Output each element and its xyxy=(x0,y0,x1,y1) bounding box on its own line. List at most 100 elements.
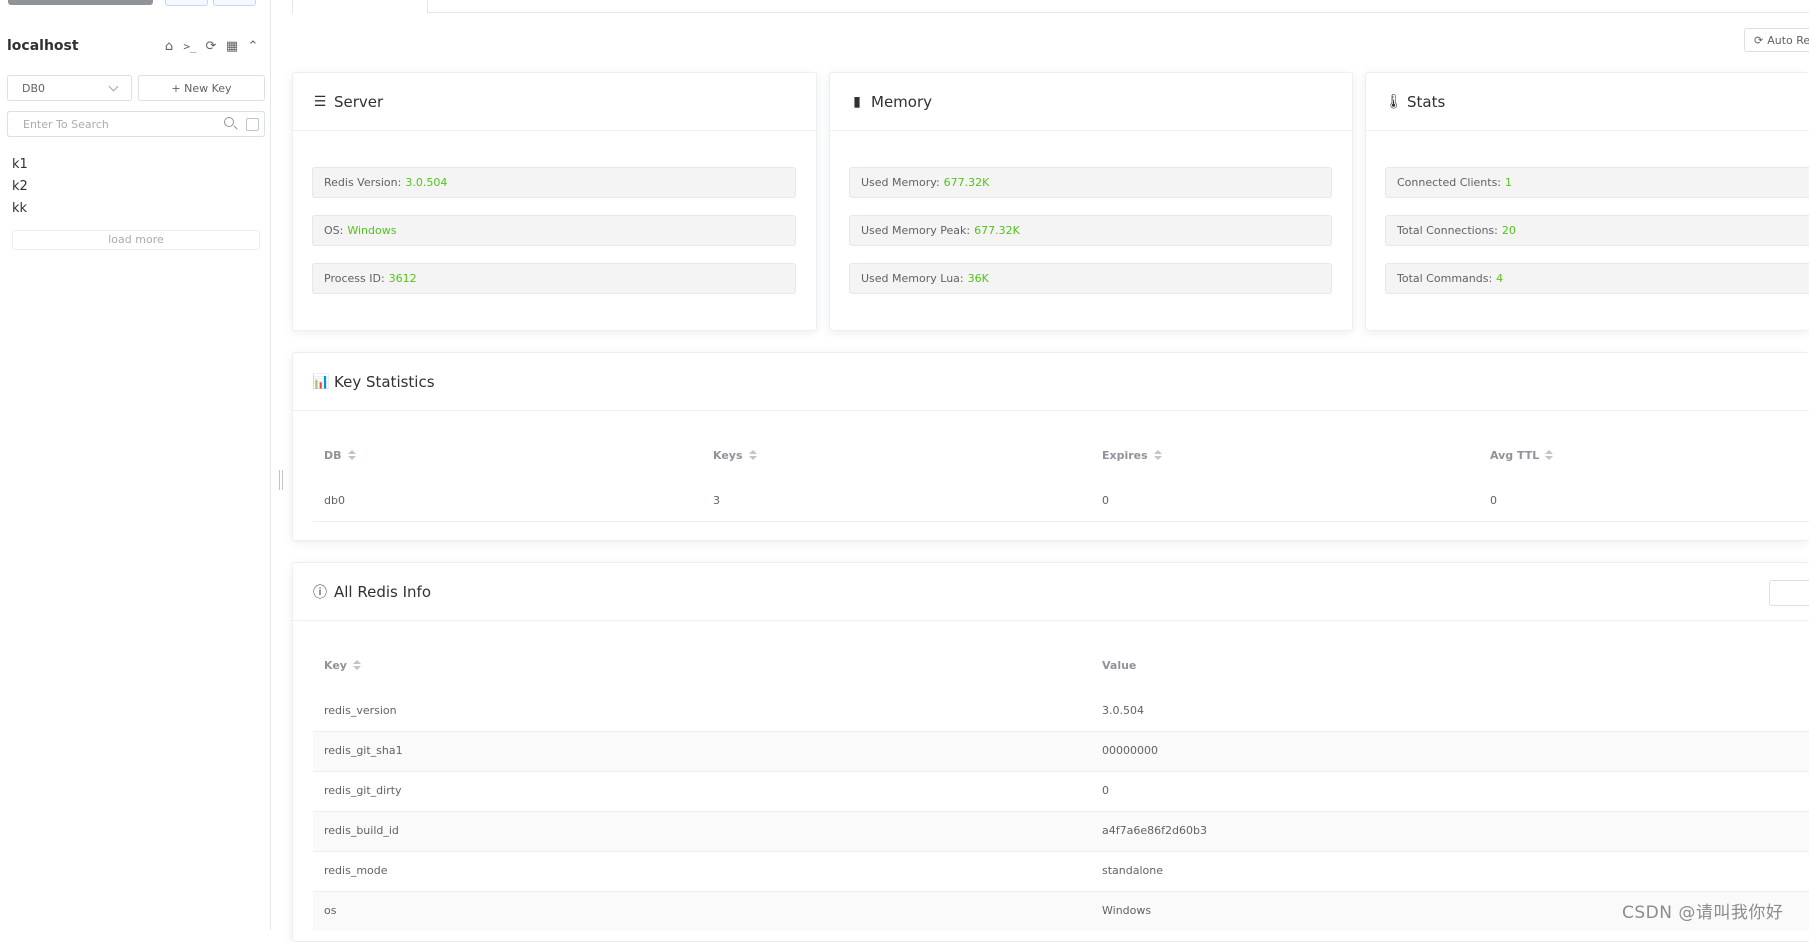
key-statistics-card: 📊 Key Statistics DB Keys Expires Avg TTL… xyxy=(292,352,1809,541)
info-value: 4 xyxy=(1496,272,1504,285)
column-header-db[interactable]: DB xyxy=(324,440,356,470)
top-action-button-2[interactable] xyxy=(213,0,256,6)
refresh-icon[interactable]: ⟳ xyxy=(203,39,219,54)
chevron-down-icon xyxy=(108,81,119,91)
info-total-commands: Total Commands: 4 xyxy=(1385,263,1809,294)
stats-title: Stats xyxy=(1407,92,1446,111)
top-action-button-1[interactable] xyxy=(165,0,208,6)
key-item[interactable]: k1 xyxy=(12,154,262,176)
server-card-header: ☰ Server xyxy=(293,73,816,131)
table-row-divider xyxy=(313,891,1809,892)
memory-icon: ▮ xyxy=(853,93,861,110)
table-row-divider xyxy=(313,521,1809,522)
server-title: Server xyxy=(334,92,384,111)
table-row-stripe xyxy=(313,811,1809,851)
chevron-up-icon[interactable]: ⌃ xyxy=(245,39,261,54)
column-header-avg-ttl[interactable]: Avg TTL xyxy=(1490,440,1554,470)
auto-refresh-label: Auto Re xyxy=(1767,33,1809,47)
info-label: Connected Clients: xyxy=(1397,176,1502,189)
sort-icon[interactable] xyxy=(1153,450,1162,460)
info-label: Total Connections: xyxy=(1397,224,1498,237)
exact-search-checkbox[interactable] xyxy=(246,117,259,131)
key-list: k1 k2 kk xyxy=(12,154,262,220)
key-statistics-title: Key Statistics xyxy=(334,372,435,391)
sort-icon[interactable] xyxy=(352,660,361,670)
sort-icon[interactable] xyxy=(347,450,356,460)
terminal-icon[interactable]: >_ xyxy=(182,40,198,53)
memory-title: Memory xyxy=(871,92,933,111)
key-item[interactable]: k2 xyxy=(12,176,262,198)
sidebar-resize-handle[interactable] xyxy=(279,470,283,490)
grid-icon[interactable]: ▦ xyxy=(224,39,240,54)
info-label: OS: xyxy=(324,224,344,237)
tab-active[interactable] xyxy=(292,0,428,14)
table-cell: 0 xyxy=(1102,784,1109,797)
connection-tab-bar[interactable] xyxy=(8,0,153,5)
table-row-stripe xyxy=(313,731,1809,771)
bar-chart-icon: 📊 xyxy=(312,373,330,390)
table-row-divider xyxy=(313,731,1809,732)
column-header-label: DB xyxy=(324,448,342,462)
column-header-expires[interactable]: Expires xyxy=(1102,440,1162,470)
column-header-label: Keys xyxy=(713,448,743,462)
column-header-keys[interactable]: Keys xyxy=(713,440,757,470)
info-used-memory-lua: Used Memory Lua: 36K xyxy=(849,263,1332,294)
search-icon[interactable] xyxy=(220,113,242,135)
column-header-value: Value xyxy=(1102,650,1136,680)
table-cell: 3 xyxy=(713,494,720,507)
info-connected-clients: Connected Clients: 1 xyxy=(1385,167,1809,198)
connection-actions: ⌂ >_ ⟳ ▦ ⌃ xyxy=(161,39,261,54)
table-cell: 00000000 xyxy=(1102,744,1158,757)
table-cell: redis_build_id xyxy=(324,824,399,837)
info-label: Total Commands: xyxy=(1397,272,1493,285)
info-redis-version: Redis Version: 3.0.504 xyxy=(312,167,796,198)
table-cell: redis_git_dirty xyxy=(324,784,402,797)
info-total-connections: Total Connections: 20 xyxy=(1385,215,1809,246)
stats-card: 🌡 Stats Connected Clients: 1 Total Connec… xyxy=(1365,72,1809,331)
auto-refresh-button[interactable]: ⟳ Auto Re xyxy=(1744,28,1809,52)
server-icon: ☰ xyxy=(313,93,327,110)
sort-icon[interactable] xyxy=(748,450,757,460)
info-label: Redis Version: xyxy=(324,176,402,189)
table-cell: os xyxy=(324,904,337,917)
all-redis-info-card: ⓘ All Redis Info Key Value redis_version… xyxy=(292,562,1809,942)
connection-name[interactable]: localhost xyxy=(7,38,161,54)
db-select-value: DB0 xyxy=(22,81,46,95)
info-value: 1 xyxy=(1505,176,1513,189)
search-input[interactable] xyxy=(8,112,220,136)
column-header-label: Expires xyxy=(1102,448,1148,462)
db-select[interactable]: DB0 xyxy=(7,75,132,101)
table-cell: redis_version xyxy=(324,704,397,717)
info-used-memory: Used Memory: 677.32K xyxy=(849,167,1332,198)
load-more-button[interactable]: load more xyxy=(12,230,260,250)
column-header-label: Value xyxy=(1102,658,1137,672)
connection-row: localhost ⌂ >_ ⟳ ▦ ⌃ xyxy=(7,34,261,58)
info-search-input[interactable] xyxy=(1769,580,1809,606)
sidebar: localhost ⌂ >_ ⟳ ▦ ⌃ DB0 + New Key k1 k2… xyxy=(0,0,271,930)
memory-card: ▮ Memory Used Memory: 677.32K Used Memory… xyxy=(829,72,1353,331)
new-key-button[interactable]: + New Key xyxy=(138,75,265,101)
home-icon[interactable]: ⌂ xyxy=(161,39,177,54)
table-cell: db0 xyxy=(324,494,345,507)
table-cell: redis_mode xyxy=(324,864,388,877)
server-card: ☰ Server Redis Version: 3.0.504 OS: Window… xyxy=(292,72,817,331)
info-icon: ⓘ xyxy=(313,584,327,601)
info-value: 677.32K xyxy=(943,176,990,189)
table-cell: redis_git_sha1 xyxy=(324,744,403,757)
info-value: 3.0.504 xyxy=(405,176,448,189)
info-value: 677.32K xyxy=(974,224,1020,237)
refresh-icon: ⟳ xyxy=(1754,33,1764,47)
sort-icon[interactable] xyxy=(1545,450,1554,460)
info-value: 20 xyxy=(1501,224,1516,237)
table-cell: standalone xyxy=(1102,864,1164,877)
column-header-key[interactable]: Key xyxy=(324,650,361,680)
key-statistics-header: 📊 Key Statistics xyxy=(293,353,1809,411)
info-label: Used Memory Lua: xyxy=(861,272,964,285)
key-item[interactable]: kk xyxy=(12,198,262,220)
column-header-label: Key xyxy=(324,658,347,672)
thermometer-icon: 🌡 xyxy=(1385,93,1403,110)
stats-card-header: 🌡 Stats xyxy=(1366,73,1809,131)
tab-strip xyxy=(292,0,1809,13)
info-label: Used Memory: xyxy=(861,176,940,189)
watermark: CSDN @请叫我你好 xyxy=(1622,903,1784,923)
